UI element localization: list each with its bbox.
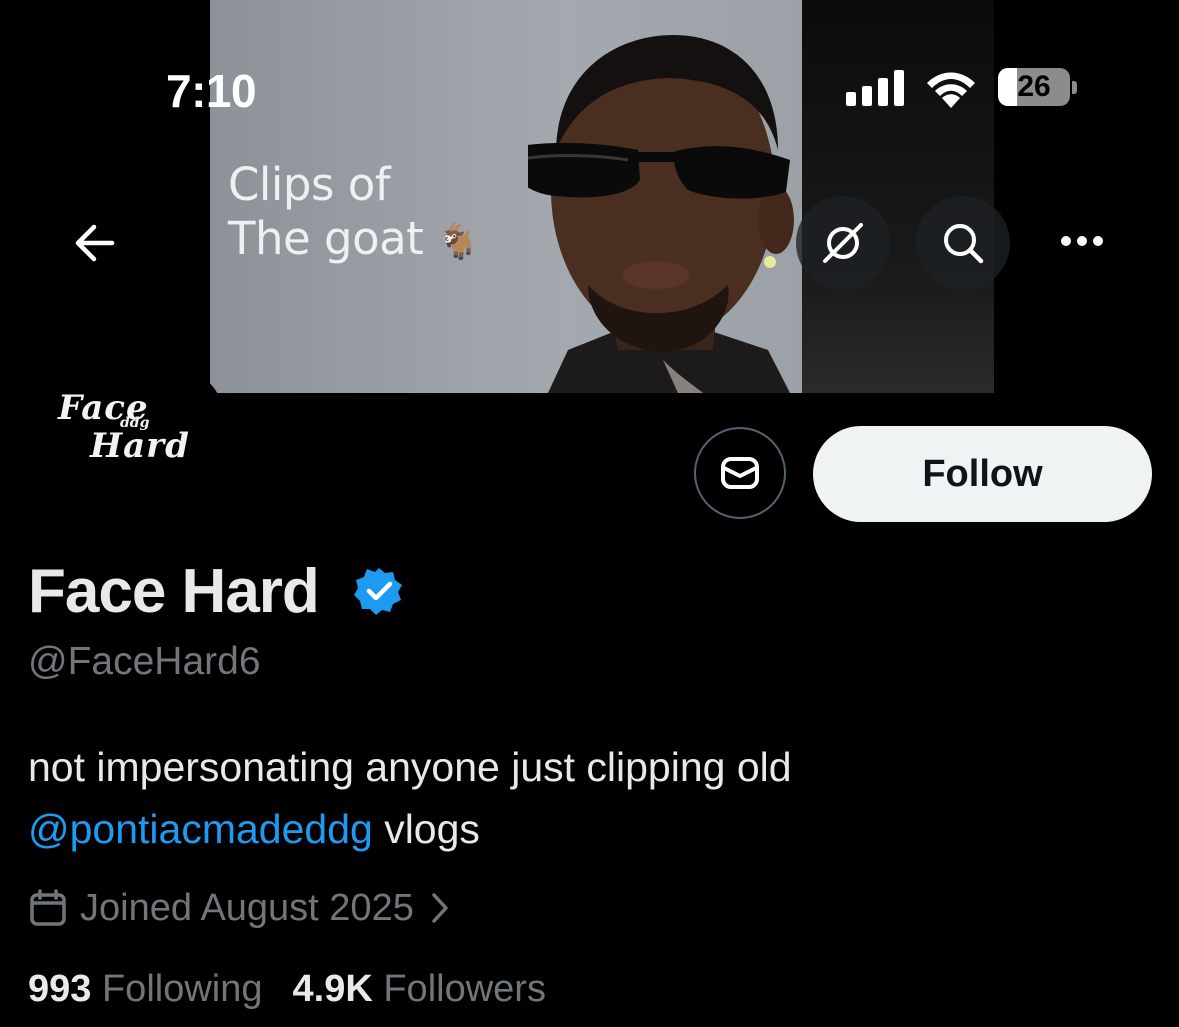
profile-banner[interactable]: Clips of The goat 🐐 [210, 0, 994, 393]
banner-caption-line1: Clips of [228, 158, 391, 211]
banner-person-image [528, 35, 794, 393]
following-label: Following [101, 968, 263, 1010]
joined-date[interactable]: Joined August 2025 [28, 882, 462, 934]
following-count: 993 [28, 968, 92, 1010]
avatar-logo: Face ddg Hard [58, 388, 198, 478]
search-icon [944, 224, 984, 264]
handle: @FaceHard6 [28, 640, 261, 683]
arrow-left-icon[interactable] [64, 212, 126, 274]
battery-percent: 26 [1017, 70, 1051, 103]
message-button[interactable] [694, 427, 786, 519]
envelope-icon [721, 457, 759, 489]
bio: not impersonating anyone just clipping o… [28, 736, 1148, 860]
status-time: 7:10 [166, 65, 257, 117]
joined-text: Joined August 2025 [80, 886, 414, 929]
followers-label: Followers [383, 968, 546, 1010]
eye-off-icon [823, 223, 863, 263]
banner-caption-line2: The goat [228, 212, 424, 265]
followers-link[interactable]: 4.9K Followers [293, 968, 546, 1010]
banner-caption: Clips of The goat 🐐 [228, 158, 479, 269]
search-button[interactable] [916, 196, 1010, 290]
follow-stats: 993 Following 4.9K Followers [28, 968, 546, 1011]
goat-emoji: 🐐 [437, 222, 479, 262]
profile-page: Clips of The goat 🐐 7:10 26 Face ddg Har… [0, 0, 1179, 1027]
bio-suffix: vlogs [372, 806, 480, 852]
followers-count: 4.9K [292, 968, 373, 1010]
wifi-icon [927, 72, 975, 108]
display-name: Face Hard [28, 557, 320, 626]
following-link[interactable]: 993 Following [28, 968, 263, 1010]
cellular-signal-icon [846, 70, 904, 106]
more-horizontal-icon[interactable] [1052, 216, 1112, 266]
calendar-icon [30, 889, 66, 926]
bio-mention-link[interactable]: @pontiacmadeddg [28, 806, 373, 852]
hide-media-button[interactable] [796, 196, 890, 290]
battery-icon: 26 [998, 68, 1077, 106]
avatar-logo-word2: Hard [90, 426, 190, 466]
follow-button[interactable]: Follow [813, 426, 1152, 522]
bio-text: not impersonating anyone just clipping o… [28, 744, 792, 790]
verified-badge-icon[interactable] [354, 566, 404, 616]
chevron-right-icon [432, 893, 448, 923]
